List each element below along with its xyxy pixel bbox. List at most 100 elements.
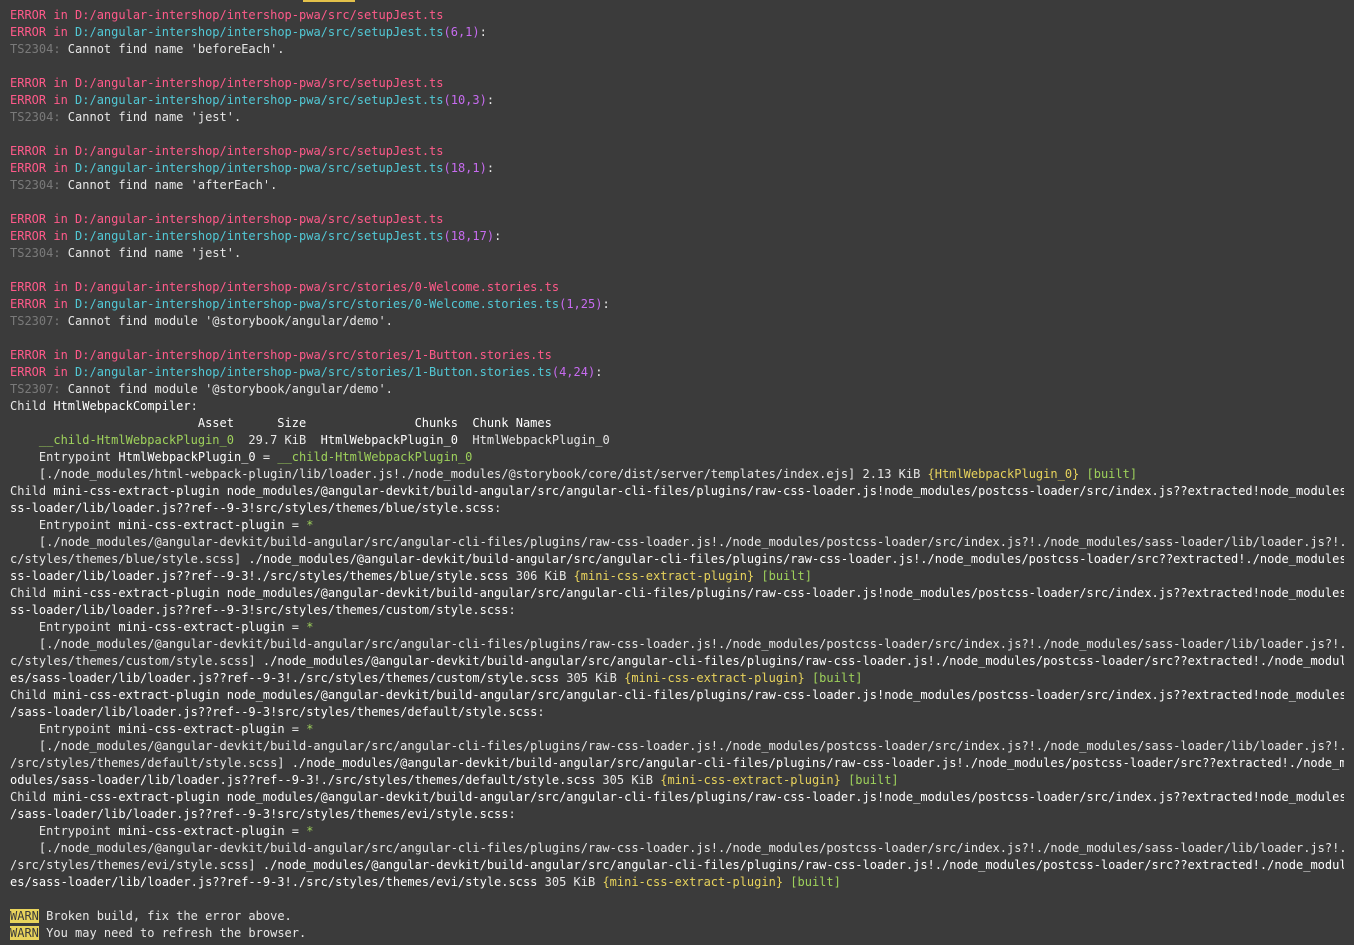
line-segment: Cannot find name 'afterEach'. [67,178,278,192]
terminal-line: Entrypoint mini-css-extract-plugin = * [10,721,1344,738]
terminal-line: [./node_modules/@angular-devkit/build-an… [10,534,1344,551]
line-segment: TS2304: [10,42,68,56]
line-segment: /sass-loader/lib/loader.js??ref--9-3!src… [10,807,509,821]
line-segment: 305 KiB [537,875,603,889]
line-segment: [built] [1079,467,1138,481]
line-segment: TS2307: [10,382,68,396]
line-segment: : [602,297,610,311]
terminal-line: es/sass-loader/lib/loader.js??ref--9-3!.… [10,670,1344,687]
line-segment: [built] [840,773,899,787]
line-segment: D:/angular-intershop/intershop-pwa/src/s… [75,144,444,158]
scroll-indicator [303,0,355,2]
line-segment: D:/angular-intershop/intershop-pwa/src/s… [75,76,444,90]
line-segment: 305 KiB [559,671,625,685]
terminal-line: /sass-loader/lib/loader.js??ref--9-3!src… [10,704,1344,721]
line-segment: : [494,229,502,243]
line-segment: Entrypoint [10,722,119,736]
line-segment: TS2307: [10,314,68,328]
terminal-line: TS2304: Cannot find name 'jest'. [10,245,1344,262]
terminal-line: ss-loader/lib/loader.js??ref--9-3!./src/… [10,568,1344,585]
terminal-line: TS2307: Cannot find module '@storybook/a… [10,381,1344,398]
line-segment: HtmlWebpackCompiler [53,399,191,413]
terminal-line: /src/styles/themes/evi/style.scss] ./nod… [10,857,1344,874]
line-segment: ERROR in [10,25,76,39]
line-segment: HtmlWebpackPlugin_0 [457,433,610,447]
line-segment: mini-css-extract-plugin [118,518,285,532]
line-segment: {mini-css-extract-plugin} [573,569,755,583]
line-segment: ss-loader/lib/loader.js??ref--9-3!src/st… [10,603,509,617]
terminal-line: Child mini-css-extract-plugin node_modul… [10,687,1344,704]
line-segment: (6,1) [443,25,480,39]
terminal-line: WARN You may need to refresh the browser… [10,925,1344,942]
line-segment: Asset Size Chunks Chunk Names [10,416,552,430]
line-segment: Entrypoint [10,518,119,532]
terminal-line: TS2304: Cannot find name 'jest'. [10,109,1344,126]
line-segment: : [595,365,603,379]
terminal-line: Child mini-css-extract-plugin node_modul… [10,789,1344,806]
line-segment: : [508,807,516,821]
line-segment: : [479,25,487,39]
terminal-line: TS2304: Cannot find name 'afterEach'. [10,177,1344,194]
line-segment: Child [10,399,54,413]
line-segment: __child-HtmlWebpackPlugin_0 [10,433,234,447]
line-segment: {mini-css-extract-plugin} [624,671,805,685]
terminal-line: ERROR in D:/angular-intershop/intershop-… [10,7,1344,24]
line-segment: [built] [804,671,863,685]
line-segment: /sass-loader/lib/loader.js??ref--9-3!src… [10,705,538,719]
line-segment: ./node_modules/@angular-devkit/build-ang… [291,756,1344,770]
line-segment: ERROR in [10,297,76,311]
line-segment: (18,1) [443,161,487,175]
line-segment: ERROR in [10,76,76,90]
terminal-line: ERROR in D:/angular-intershop/intershop-… [10,160,1344,177]
line-segment: TS2304: [10,246,68,260]
line-segment: 306 KiB [508,569,574,583]
line-segment: Child [10,688,54,702]
line-segment: {HtmlWebpackPlugin_0} [927,467,1080,481]
terminal-line: ERROR in D:/angular-intershop/intershop-… [10,75,1344,92]
line-segment: Cannot find module '@storybook/angular/d… [67,314,393,328]
line-segment: = [255,450,278,464]
line-segment: D:/angular-intershop/intershop-pwa/src/s… [75,212,444,226]
line-segment: {mini-css-extract-plugin} [660,773,841,787]
line-segment: D:/angular-intershop/intershop-pwa/src/s… [75,348,552,362]
line-segment: D:/angular-intershop/intershop-pwa/src/s… [75,8,444,22]
line-segment: = [284,824,307,838]
line-segment: Cannot find name 'beforeEach'. [67,42,285,56]
terminal-output[interactable]: ERROR in D:/angular-intershop/intershop-… [0,0,1354,945]
terminal-line: Entrypoint mini-css-extract-plugin = * [10,823,1344,840]
line-segment: : [508,603,516,617]
line-segment: [./node_modules/@angular-devkit/build-an… [10,841,1344,855]
line-segment: c/styles/themes/blue/style.scss] [10,552,249,566]
line-segment: Child [10,586,54,600]
line-segment: c/styles/themes/custom/style.scss] [10,654,263,668]
terminal-line: ss-loader/lib/loader.js??ref--9-3!src/st… [10,500,1344,517]
line-segment: mini-css-extract-plugin [118,620,285,634]
line-segment: : [486,93,495,107]
line-segment: __child-HtmlWebpackPlugin_0 [277,450,473,464]
line-segment: ERROR in [10,229,76,243]
line-segment: = [284,620,307,634]
line-segment: D:/angular-intershop/intershop-pwa/src/s… [75,229,444,243]
line-segment: : [494,501,502,515]
terminal-line: ERROR in D:/angular-intershop/intershop-… [10,347,1344,364]
line-segment: Entrypoint [10,450,119,464]
terminal-line: c/styles/themes/custom/style.scss] ./nod… [10,653,1344,670]
line-segment: es/sass-loader/lib/loader.js??ref--9-3!.… [10,671,560,685]
line-segment: : [486,161,495,175]
line-segment: ERROR in [10,212,76,226]
terminal-line: Asset Size Chunks Chunk Names [10,415,1344,432]
line-segment: You may need to refresh the browser. [38,926,307,940]
terminal-line: ERROR in D:/angular-intershop/intershop-… [10,279,1344,296]
line-segment: mini-css-extract-plugin node_modules/@an… [53,586,1344,600]
line-segment: * [306,722,314,736]
line-segment: Broken build, fix the error above. [38,909,292,923]
line-segment: /src/styles/themes/evi/style.scss] [10,858,263,872]
terminal-line: WARN Broken build, fix the error above. [10,908,1344,925]
terminal-line: c/styles/themes/blue/style.scss] ./node_… [10,551,1344,568]
terminal-line: Child mini-css-extract-plugin node_modul… [10,483,1344,500]
line-segment: [./node_modules/@angular-devkit/build-an… [10,637,1344,651]
line-segment: 29.7 KiB [233,433,321,447]
